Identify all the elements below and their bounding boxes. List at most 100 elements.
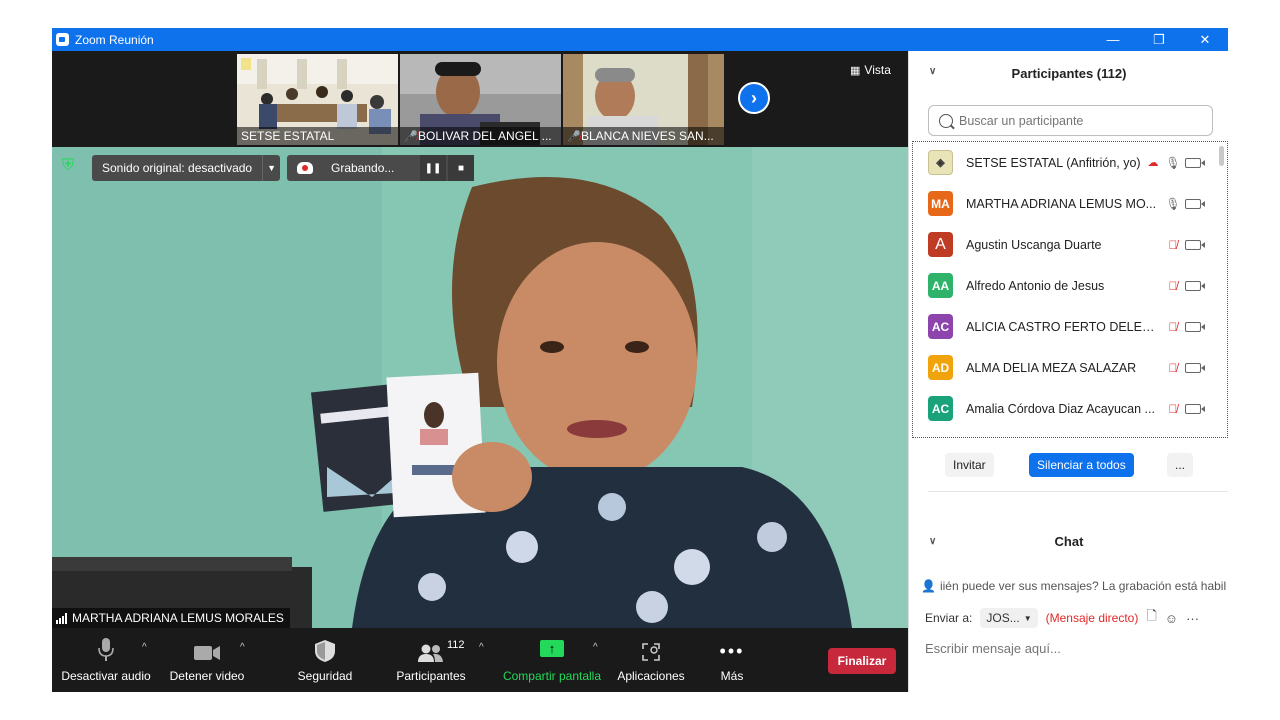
chevron-down-icon[interactable]: ▼ — [262, 155, 280, 181]
security-button[interactable]: Seguridad — [290, 628, 360, 692]
more-dots-icon: ••• — [719, 641, 745, 661]
signal-bars-icon — [56, 612, 67, 624]
avatar: AC — [928, 314, 953, 339]
video-options-caret[interactable]: ^ — [240, 642, 245, 653]
chevron-down-icon[interactable]: ∨ — [929, 66, 936, 77]
apps-icon — [641, 628, 661, 662]
avatar — [928, 437, 953, 438]
participant-row[interactable]: MA MARTHA ADRIANA LEMUS MO... 🎙 — [913, 183, 1213, 224]
zoom-app-icon — [56, 33, 69, 46]
audio-options-caret[interactable]: ^ — [142, 642, 147, 653]
minimize-button[interactable]: — — [1090, 28, 1136, 51]
mic-muted-icon[interactable]: 🎙̸ — [1163, 361, 1183, 375]
shield-icon[interactable]: ⛨ — [62, 157, 80, 175]
invite-button[interactable]: Invitar — [945, 453, 994, 477]
recording-indicator: Grabando... ❚❚ ■ — [287, 155, 474, 181]
video-camera-icon — [1185, 362, 1205, 373]
thumbnail-video[interactable]: SETSE ESTATAL — [237, 54, 398, 145]
chat-message-input[interactable] — [925, 641, 1215, 656]
stop-video-button[interactable]: Detener video — [164, 628, 250, 692]
organization-logo-icon: ◈ — [936, 157, 945, 169]
speaker-video-image — [52, 147, 908, 628]
participants-icon — [418, 628, 444, 662]
participants-count: 112 — [447, 639, 465, 651]
participants-options-caret[interactable]: ^ — [479, 642, 484, 653]
participant-row[interactable]: AA Alfredo Antonio de Jesus 🎙̸ — [913, 265, 1213, 306]
shield-icon — [315, 628, 335, 662]
chat-header: ∨ Chat — [929, 533, 1084, 549]
pause-recording-button[interactable]: ❚❚ — [420, 155, 446, 181]
participant-row[interactable]: AD ALMA DELIA MEZA SALAZAR 🎙̸ — [913, 347, 1213, 388]
search-input[interactable] — [959, 113, 1199, 128]
view-button[interactable]: ▦ Vista — [850, 63, 891, 77]
speaker-name-label: MARTHA ADRIANA LEMUS MORALES — [52, 608, 290, 628]
more-options-button[interactable]: ··· — [1186, 611, 1199, 626]
mute-all-button[interactable]: Silenciar a todos — [1029, 453, 1134, 477]
close-button[interactable]: ✕ — [1182, 28, 1228, 51]
video-camera-icon — [194, 628, 220, 662]
video-camera-icon — [1185, 403, 1205, 414]
end-meeting-button[interactable]: Finalizar — [828, 648, 896, 674]
mute-audio-button[interactable]: Desactivar audio — [61, 628, 151, 692]
zoom-window: Zoom Reunión — ❐ ✕ SETSE ESTATAL 🎤̸BOLIV… — [52, 28, 1228, 692]
participant-row[interactable] — [913, 429, 1213, 438]
participants-actions: Invitar Silenciar a todos ... — [909, 453, 1229, 481]
avatar: ◈ — [928, 150, 953, 175]
chevron-right-icon: › — [751, 87, 757, 108]
more-options-button[interactable]: ... — [1167, 453, 1194, 477]
participants-list[interactable]: ◈ SETSE ESTATAL (Anfitrión, yo) ☁ 🎙 MA M… — [912, 141, 1228, 438]
mic-muted-icon[interactable]: 🎙̸ — [1163, 238, 1183, 252]
chat-visibility-info[interactable]: 👤 iién puede ver sus mensajes? La grabac… — [921, 579, 1226, 593]
participant-row[interactable]: ◈ SETSE ESTATAL (Anfitrión, yo) ☁ 🎙 — [913, 142, 1213, 183]
chevron-down-icon[interactable]: ∨ — [929, 536, 936, 547]
avatar: AD — [928, 355, 953, 380]
gallery-strip: SETSE ESTATAL 🎤̸BOLIVAR DEL ANGEL ... 🎤̸… — [52, 51, 908, 147]
more-button[interactable]: ••• Más — [712, 628, 752, 692]
microphone-icon — [98, 628, 114, 662]
participant-row[interactable]: A Agustin Uscanga Duarte 🎙̸ — [913, 224, 1213, 265]
original-sound-control[interactable]: Sonido original: desactivado ▼ — [92, 155, 281, 181]
participant-row[interactable]: AC ALICIA CASTRO FERTO DELEGAC... 🎙̸ — [913, 306, 1213, 347]
thumbnail-label: SETSE ESTATAL — [237, 127, 398, 145]
chevron-down-icon: ▼ — [1023, 613, 1032, 623]
participant-search[interactable] — [928, 105, 1213, 136]
participants-header: ∨ Participantes (112) — [929, 65, 1127, 81]
scrollbar[interactable] — [1219, 146, 1224, 166]
mic-muted-icon: 🎤̸ — [404, 131, 418, 143]
apps-button[interactable]: Aplicaciones — [614, 628, 688, 692]
mic-muted-icon[interactable]: 🎙̸ — [1163, 320, 1183, 334]
mic-muted-icon[interactable]: 🎙̸ — [1163, 279, 1183, 293]
stop-recording-button[interactable]: ■ — [448, 155, 474, 181]
cloud-recording-icon — [297, 162, 313, 174]
thumbnail-video[interactable]: 🎤̸BLANCA NIEVES SAN... — [563, 54, 724, 145]
cloud-recording-icon: ☁ — [1147, 157, 1159, 169]
send-to-row: Enviar a: JOS... ▼ (Mensaje directo) 🗋 ☺… — [925, 606, 1225, 630]
avatar: AA — [928, 273, 953, 298]
direct-message-label: (Mensaje directo) — [1045, 611, 1139, 625]
thumbnail-video[interactable]: 🎤̸BOLIVAR DEL ANGEL ... — [400, 54, 561, 145]
title-bar: Zoom Reunión — ❐ ✕ — [52, 28, 1228, 51]
microphone-icon[interactable]: 🎙 — [1163, 197, 1183, 211]
mic-muted-icon: 🎤̸ — [567, 131, 581, 143]
next-page-button[interactable]: › — [738, 82, 770, 114]
video-camera-icon — [1185, 321, 1205, 332]
video-camera-icon — [1185, 239, 1205, 250]
share-screen-button[interactable]: ↑ Compartir pantalla — [500, 628, 604, 692]
meeting-stage: SETSE ESTATAL 🎤̸BOLIVAR DEL ANGEL ... 🎤̸… — [52, 51, 908, 692]
participants-chat-panel: ∨ Participantes (112) ◈ SETSE ESTATAL (A… — [908, 51, 1228, 692]
recipient-select[interactable]: JOS... ▼ — [980, 608, 1038, 628]
participant-row[interactable]: AC Amalia Córdova Diaz Acayucan ... 🎙̸ — [913, 388, 1213, 429]
mic-muted-icon[interactable]: 🎙̸ — [1163, 402, 1183, 416]
emoji-icon[interactable]: ☺ — [1165, 611, 1178, 626]
participants-button[interactable]: Participantes — [392, 628, 470, 692]
file-icon[interactable]: 🗋 — [1146, 607, 1156, 629]
divider — [928, 491, 1228, 492]
meeting-toolbar: Desactivar audio ^ Detener video ^ Segur… — [52, 628, 908, 692]
thumbnail-label: 🎤̸BOLIVAR DEL ANGEL ... — [400, 127, 561, 145]
microphone-icon[interactable]: 🎙 — [1163, 156, 1183, 170]
avatar: AC — [928, 396, 953, 421]
share-screen-icon: ↑ — [540, 640, 564, 657]
restore-button[interactable]: ❐ — [1136, 28, 1182, 51]
share-options-caret[interactable]: ^ — [593, 642, 598, 653]
active-speaker-video: ⛨ Sonido original: desactivado ▼ Graband… — [52, 147, 908, 628]
